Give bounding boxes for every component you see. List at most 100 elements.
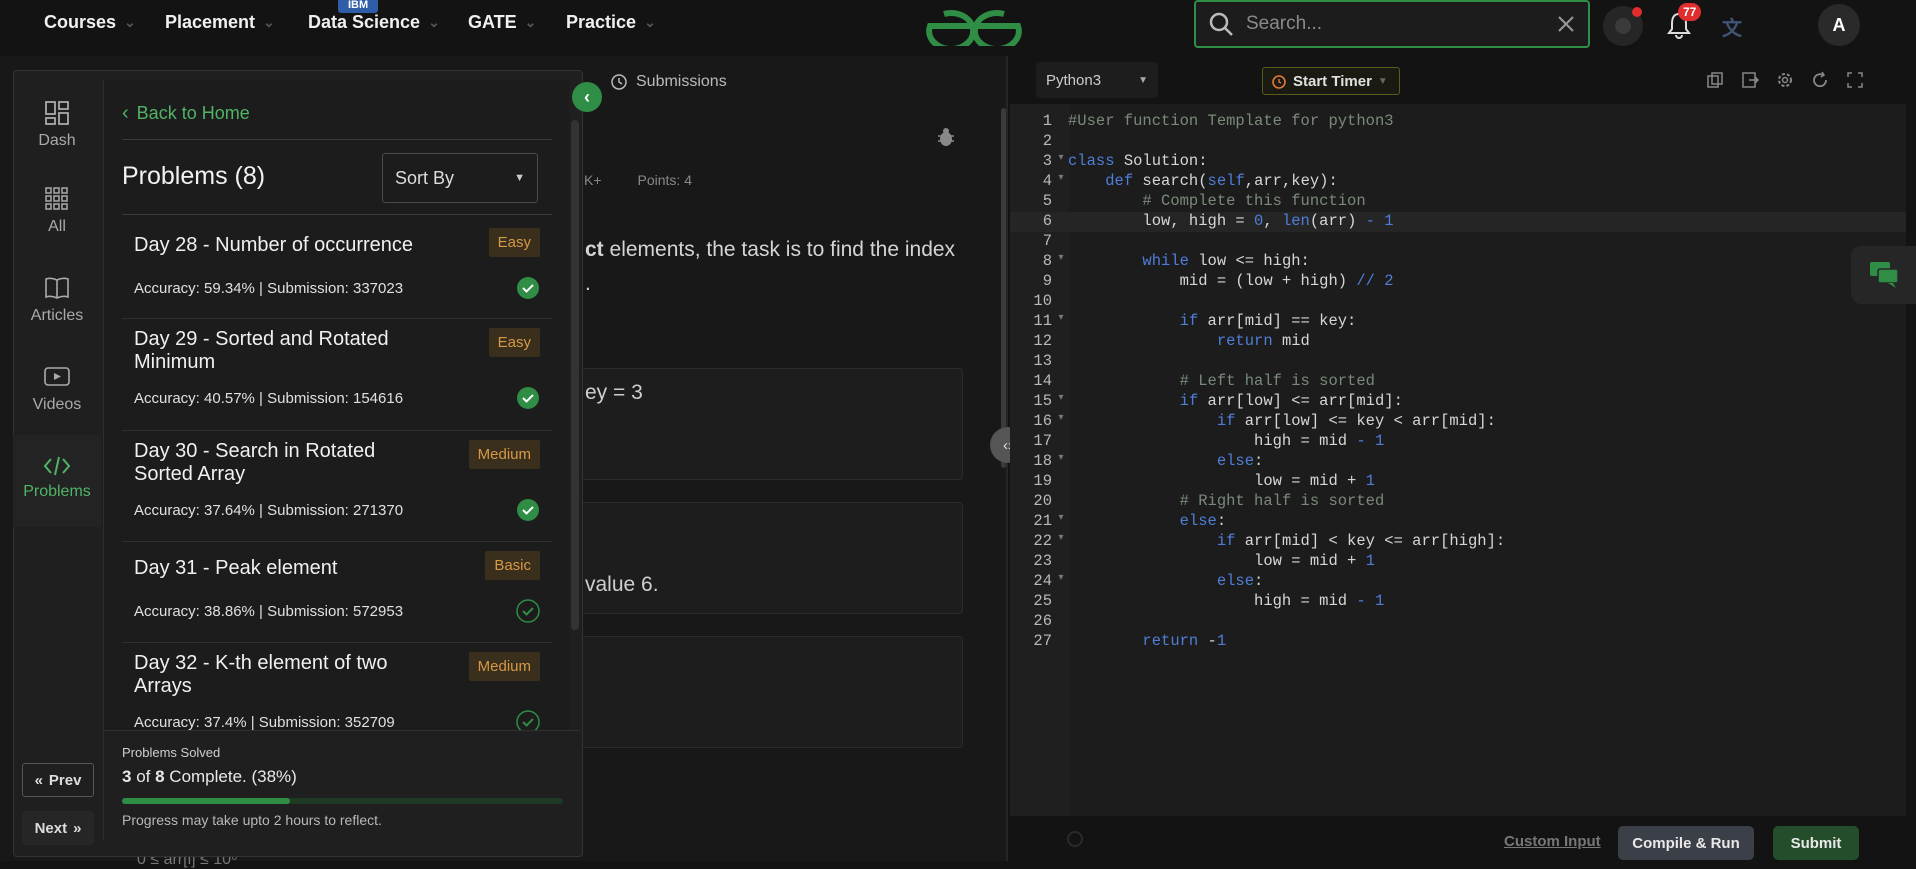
problem-title[interactable]: Day 32 - K-th element of two Arrays — [134, 652, 424, 698]
problem-item[interactable]: Day 29 - Sorted and Rotated Minimum Easy A… — [122, 328, 552, 418]
custom-input-link[interactable]: Custom Input — [1504, 833, 1601, 850]
fold-toggle-icon[interactable]: ▾ — [1054, 512, 1068, 532]
example-card — [580, 502, 963, 614]
code-line[interactable]: 24 ▾ else: — [1010, 572, 1906, 592]
code-editor[interactable]: 1 #User function Template for python3 2 3 ▾ c… — [1010, 104, 1906, 816]
code-line[interactable]: 7 — [1010, 232, 1906, 252]
problem-item[interactable]: Day 30 - Search in Rotated Sorted Array M… — [122, 440, 552, 530]
code-line[interactable]: 8 ▾ while low <= high: — [1010, 252, 1906, 272]
code-line[interactable]: 11 ▾ if arr[mid] == key: — [1010, 312, 1906, 332]
progress-bar-fill — [122, 798, 290, 804]
tab-submissions[interactable]: Submissions — [580, 64, 1006, 100]
code-line[interactable]: 3 ▾ class Solution: — [1010, 152, 1906, 172]
code-line[interactable]: 19 low = mid + 1 — [1010, 472, 1906, 492]
fold-toggle-icon — [1054, 212, 1068, 232]
rail-videos[interactable]: Videos — [13, 364, 101, 414]
fold-toggle-icon[interactable]: ▾ — [1054, 532, 1068, 552]
code-line[interactable]: 18 ▾ else: — [1010, 452, 1906, 472]
rail-dash[interactable]: Dash — [13, 100, 101, 150]
code-line[interactable]: 26 — [1010, 612, 1906, 632]
fold-toggle-icon[interactable]: ▾ — [1054, 152, 1068, 172]
chat-button[interactable] — [1851, 246, 1916, 304]
search-input[interactable] — [1246, 13, 1544, 35]
fold-toggle-icon — [1054, 492, 1068, 512]
code-line[interactable]: 1 #User function Template for python3 — [1010, 112, 1906, 132]
code-line[interactable]: 10 — [1010, 292, 1906, 312]
compile-run-button[interactable]: Compile & Run — [1618, 826, 1754, 860]
submit-button[interactable]: Submit — [1773, 826, 1859, 860]
problem-item[interactable]: Day 32 - K-th element of two Arrays Mediu… — [122, 652, 552, 742]
code-line[interactable]: 20 # Right half is sorted — [1010, 492, 1906, 512]
nav-placement[interactable]: Placement ⌄ — [165, 12, 275, 33]
import-icon[interactable] — [1740, 70, 1760, 90]
problem-title[interactable]: Day 31 - Peak element — [134, 557, 424, 580]
fold-toggle-icon[interactable]: ▾ — [1054, 252, 1068, 272]
search-bar[interactable] — [1194, 0, 1590, 48]
translate-icon[interactable]: 文 — [1722, 12, 1742, 41]
fold-toggle-icon[interactable]: ▾ — [1054, 412, 1068, 432]
problem-item[interactable]: Day 28 - Number of occurrence Easy Accurac… — [122, 228, 552, 318]
code-line[interactable]: 6 low, high = 0, len(arr) - 1 — [1010, 212, 1906, 232]
problem-meta: Accuracy: 37.64% | Submission: 271370 — [134, 502, 404, 519]
nav-practice[interactable]: Practice ⌄ — [566, 12, 656, 33]
problem-title[interactable]: Day 28 - Number of occurrence — [134, 234, 424, 257]
bug-report-icon[interactable] — [935, 126, 957, 148]
code-line[interactable]: 9 mid = (low + high) // 2 — [1010, 272, 1906, 292]
line-number: 25 — [1033, 592, 1052, 610]
nav-data-science[interactable]: Data Science ⌄ — [308, 12, 440, 33]
rail-articles[interactable]: Articles — [13, 275, 101, 325]
settings-icon[interactable] — [1775, 70, 1795, 90]
code-line[interactable]: 2 — [1010, 132, 1906, 152]
code-line[interactable]: 5 # Complete this function — [1010, 192, 1906, 212]
code-line[interactable]: 14 # Left half is sorted — [1010, 372, 1906, 392]
fullscreen-icon[interactable] — [1845, 70, 1865, 90]
line-number: 4 — [1042, 172, 1052, 190]
rail-all[interactable]: All — [13, 186, 101, 236]
code-line[interactable]: 13 — [1010, 352, 1906, 372]
code-line[interactable]: 25 high = mid - 1 — [1010, 592, 1906, 612]
nav-courses[interactable]: Courses ⌄ — [44, 12, 136, 33]
nav-gate[interactable]: GATE ⌄ — [468, 12, 536, 33]
line-number: 10 — [1033, 292, 1052, 310]
rail-problems[interactable]: Problems — [13, 435, 101, 527]
fold-toggle-icon[interactable]: ▾ — [1054, 312, 1068, 332]
problem-item[interactable]: Day 31 - Peak element Basic Accuracy: 38.8… — [122, 551, 552, 641]
code-line[interactable]: 12 return mid — [1010, 332, 1906, 352]
fold-toggle-icon[interactable]: ▾ — [1054, 392, 1068, 412]
problem-meta: Accuracy: 37.4% | Submission: 352709 — [134, 714, 395, 731]
bulb-icon[interactable] — [1062, 828, 1088, 854]
gfg-logo[interactable] — [918, 6, 1030, 46]
reset-icon[interactable] — [1810, 70, 1830, 90]
panel-scrollbar[interactable] — [571, 120, 579, 630]
grid-icon — [45, 187, 68, 210]
fold-toggle-icon[interactable]: ▾ — [1054, 572, 1068, 592]
problem-title[interactable]: Day 29 - Sorted and Rotated Minimum — [134, 328, 424, 374]
close-icon[interactable] — [1556, 14, 1576, 34]
avatar[interactable]: A — [1818, 4, 1860, 46]
code-line[interactable]: 15 ▾ if arr[low] <= arr[mid]: — [1010, 392, 1906, 412]
code-line[interactable]: 4 ▾ def search(self,arr,key): — [1010, 172, 1906, 192]
code-line[interactable]: 23 low = mid + 1 — [1010, 552, 1906, 572]
fold-toggle-icon — [1054, 552, 1068, 572]
fold-toggle-icon[interactable]: ▾ — [1054, 452, 1068, 472]
code-text: else: — [1179, 512, 1227, 530]
code-line[interactable]: 27 return -1 — [1010, 632, 1906, 652]
dashboard-icon — [45, 101, 69, 125]
code-line[interactable]: 17 high = mid - 1 — [1010, 432, 1906, 452]
code-line[interactable]: 22 ▾ if arr[mid] < key <= arr[high]: — [1010, 532, 1906, 552]
fold-toggle-icon[interactable]: ▾ — [1054, 172, 1068, 192]
back-to-home-link[interactable]: ‹ Back to Home — [122, 102, 250, 125]
prev-button[interactable]: « Prev — [22, 763, 94, 797]
code-line[interactable]: 16 ▾ if arr[low] <= key < arr[mid]: — [1010, 412, 1906, 432]
code-text: #User function Template for python3 — [1068, 112, 1394, 130]
top-navbar: Courses ⌄ Placement ⌄ Data Science ⌄ IBM GA… — [0, 0, 1916, 52]
code-line[interactable]: 21 ▾ else: — [1010, 512, 1906, 532]
line-number: 6 — [1042, 212, 1052, 230]
start-timer-button[interactable]: Start Timer ▼ — [1262, 67, 1400, 95]
language-select[interactable]: Python3 ▼ — [1036, 62, 1158, 98]
collapse-drawer-button[interactable]: ‹ — [572, 82, 602, 112]
copy-icon[interactable] — [1705, 70, 1725, 90]
sort-by-select[interactable]: Sort By ▼ — [382, 153, 538, 203]
next-button[interactable]: Next » — [22, 811, 94, 845]
problem-title[interactable]: Day 30 - Search in Rotated Sorted Array — [134, 440, 424, 486]
